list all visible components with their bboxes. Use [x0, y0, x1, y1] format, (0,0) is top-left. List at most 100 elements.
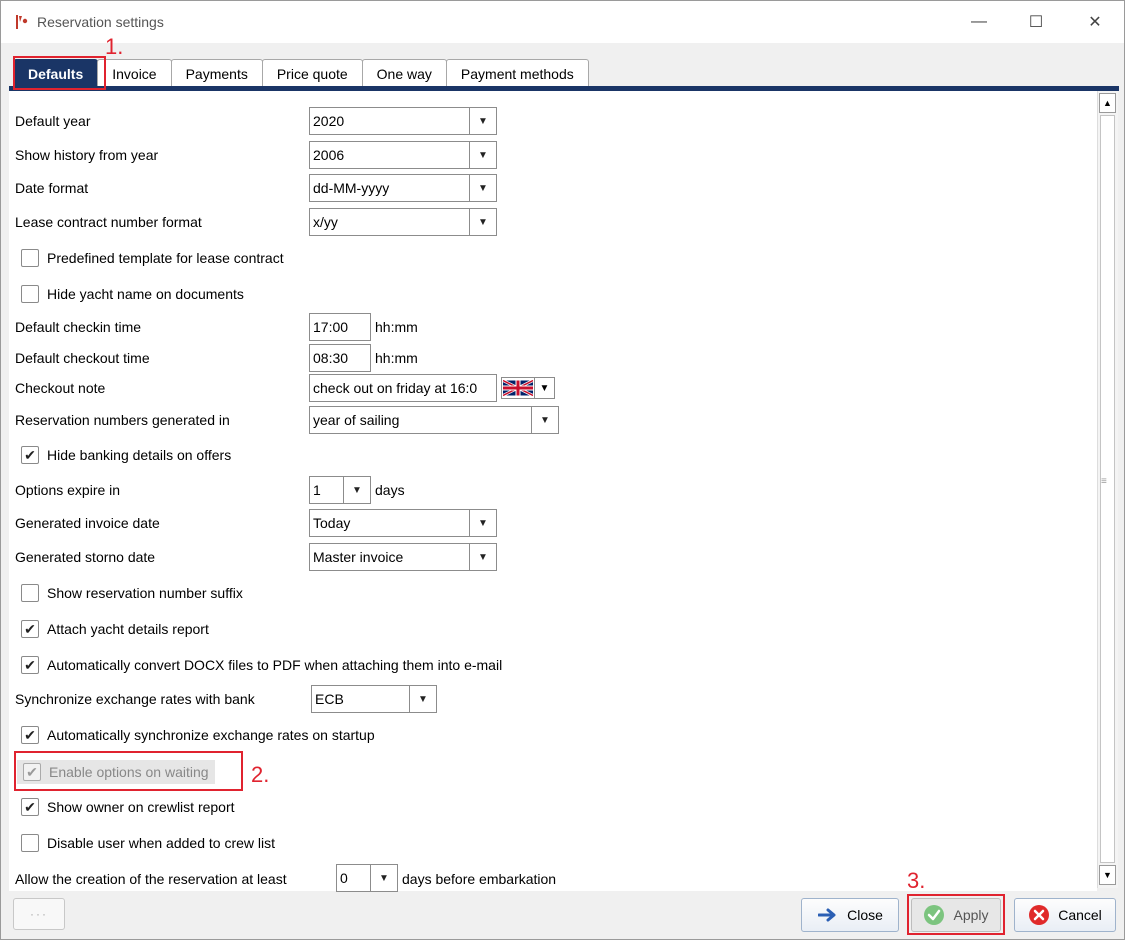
chevron-down-icon: ▼ — [469, 544, 496, 570]
min-days-select[interactable]: 0 ▼ — [336, 864, 398, 892]
default-year-value: 2020 — [313, 113, 345, 129]
check-circle-icon — [923, 904, 945, 926]
chevron-down-icon: ▼ — [409, 686, 436, 712]
history-year-value: 2006 — [313, 147, 345, 163]
scroll-down-icon[interactable]: ▼ — [1099, 865, 1116, 885]
chevron-down-icon: ▼ — [469, 175, 496, 201]
date-format-label: Date format — [15, 180, 89, 196]
scroll-thumb[interactable] — [1100, 115, 1115, 863]
show-suffix-checkbox[interactable]: Show reservation number suffix — [21, 582, 243, 604]
checkout-time-input[interactable]: 08:30 — [309, 344, 371, 372]
annotation-box-defaults — [13, 56, 106, 90]
annotation-step-1: 1. — [105, 34, 124, 59]
lease-format-value: x/yy — [313, 214, 338, 230]
vertical-scrollbar[interactable]: ▲ ≡ ▼ — [1097, 91, 1118, 888]
show-owner-checkbox[interactable]: ✔ Show owner on crewlist report — [21, 796, 235, 818]
annotation-box-waiting — [14, 751, 243, 791]
apply-button-label: Apply — [953, 907, 989, 923]
invoice-date-value: Today — [313, 515, 351, 531]
disable-user-label: Disable user when added to crew list — [47, 835, 276, 851]
predefined-template-checkbox[interactable]: Predefined template for lease contract — [21, 247, 284, 269]
chevron-down-icon: ▼ — [469, 108, 496, 134]
auto-sync-label: Automatically synchronize exchange rates… — [47, 727, 375, 743]
check-icon: ✔ — [21, 620, 39, 638]
annotation-step-3: 3. — [907, 868, 926, 893]
history-year-label: Show history from year — [15, 147, 159, 163]
storno-date-label: Generated storno date — [15, 549, 156, 565]
check-icon: ✔ — [21, 798, 39, 816]
checkout-note-input[interactable]: check out on friday at 16:0 — [309, 374, 497, 402]
close-window-button[interactable]: ✕ — [1072, 7, 1118, 37]
checkin-time-unit: hh:mm — [375, 319, 418, 335]
lease-format-select[interactable]: x/yy ▼ — [309, 208, 497, 236]
history-year-select[interactable]: 2006 ▼ — [309, 141, 497, 169]
apply-button[interactable]: Apply — [911, 898, 1001, 932]
sync-bank-value: ECB — [315, 691, 344, 707]
check-icon: ✔ — [21, 656, 39, 674]
chevron-down-icon: ▼ — [343, 477, 370, 503]
sync-bank-select[interactable]: ECB ▼ — [311, 685, 437, 713]
chevron-down-icon: ▼ — [469, 209, 496, 235]
checkout-time-label: Default checkout time — [15, 350, 150, 366]
tab-one-way[interactable]: One way — [361, 59, 447, 87]
convert-docx-checkbox[interactable]: ✔ Automatically convert DOCX files to PD… — [21, 654, 502, 676]
checkbox-box — [21, 834, 39, 852]
default-year-select[interactable]: 2020 ▼ — [309, 107, 497, 135]
options-expire-select[interactable]: 1 ▼ — [309, 476, 371, 504]
reservation-numbers-label: Reservation numbers generated in — [15, 412, 230, 428]
checkout-time-unit: hh:mm — [375, 350, 418, 366]
hide-yacht-name-label: Hide yacht name on documents — [47, 286, 244, 302]
options-expire-unit: days — [375, 482, 405, 498]
tab-payments[interactable]: Payments — [170, 59, 263, 87]
date-format-value: dd-MM-yyyy — [313, 180, 390, 196]
scroll-up-icon[interactable]: ▲ — [1099, 93, 1116, 113]
attach-yacht-report-checkbox[interactable]: ✔ Attach yacht details report — [21, 618, 209, 640]
min-days-label: Allow the creation of the reservation at… — [15, 871, 287, 887]
options-expire-label: Options expire in — [15, 482, 121, 498]
cancel-circle-icon — [1028, 904, 1050, 926]
show-suffix-label: Show reservation number suffix — [47, 585, 243, 601]
language-selector[interactable]: ▼ — [501, 377, 555, 399]
chevron-down-icon: ▼ — [469, 142, 496, 168]
close-button-label: Close — [847, 907, 883, 923]
checkin-time-input[interactable]: 17:00 — [309, 313, 371, 341]
invoice-date-select[interactable]: Today ▼ — [309, 509, 497, 537]
maximize-button[interactable]: ☐ — [1013, 7, 1059, 37]
title-bar: Reservation settings — ☐ ✕ — [1, 1, 1124, 43]
close-button[interactable]: Close — [801, 898, 899, 932]
hide-yacht-name-checkbox[interactable]: Hide yacht name on documents — [21, 283, 244, 305]
check-icon: ✔ — [21, 726, 39, 744]
scroll-grip-icon: ≡ — [1101, 476, 1107, 487]
hide-banking-label: Hide banking details on offers — [47, 447, 232, 463]
annotation-step-2: 2. — [251, 762, 270, 787]
auto-sync-checkbox[interactable]: ✔ Automatically synchronize exchange rat… — [21, 724, 375, 746]
date-format-select[interactable]: dd-MM-yyyy ▼ — [309, 174, 497, 202]
min-days-value: 0 — [340, 870, 348, 886]
tab-payment-methods[interactable]: Payment methods — [445, 59, 589, 87]
default-year-label: Default year — [15, 113, 91, 129]
reservation-settings-window: Reservation settings — ☐ ✕ Defaults Invo… — [0, 0, 1125, 940]
predefined-template-label: Predefined template for lease contract — [47, 250, 284, 266]
checkbox-box — [21, 584, 39, 602]
reservation-numbers-select[interactable]: year of sailing ▼ — [309, 406, 559, 434]
attach-yacht-report-label: Attach yacht details report — [47, 621, 209, 637]
checkin-time-label: Default checkin time — [15, 319, 142, 335]
options-expire-value: 1 — [313, 482, 321, 498]
checkbox-box — [21, 285, 39, 303]
arrow-right-icon — [817, 904, 839, 926]
disable-user-checkbox[interactable]: Disable user when added to crew list — [21, 832, 275, 854]
more-options-button[interactable]: ··· — [13, 898, 65, 930]
invoice-date-label: Generated invoice date — [15, 515, 160, 531]
tab-invoice[interactable]: Invoice — [97, 59, 172, 87]
cancel-button-label: Cancel — [1058, 907, 1102, 923]
chevron-down-icon: ▼ — [535, 377, 555, 399]
storno-date-select[interactable]: Master invoice ▼ — [309, 543, 497, 571]
cancel-button[interactable]: Cancel — [1014, 898, 1116, 932]
lease-format-label: Lease contract number format — [15, 214, 202, 230]
tab-price-quote[interactable]: Price quote — [261, 59, 363, 87]
hide-banking-checkbox[interactable]: ✔ Hide banking details on offers — [21, 444, 231, 466]
sync-bank-label: Synchronize exchange rates with bank — [15, 691, 255, 707]
minimize-button[interactable]: — — [956, 7, 1002, 37]
check-icon: ✔ — [21, 446, 39, 464]
reservation-numbers-value: year of sailing — [313, 412, 400, 428]
